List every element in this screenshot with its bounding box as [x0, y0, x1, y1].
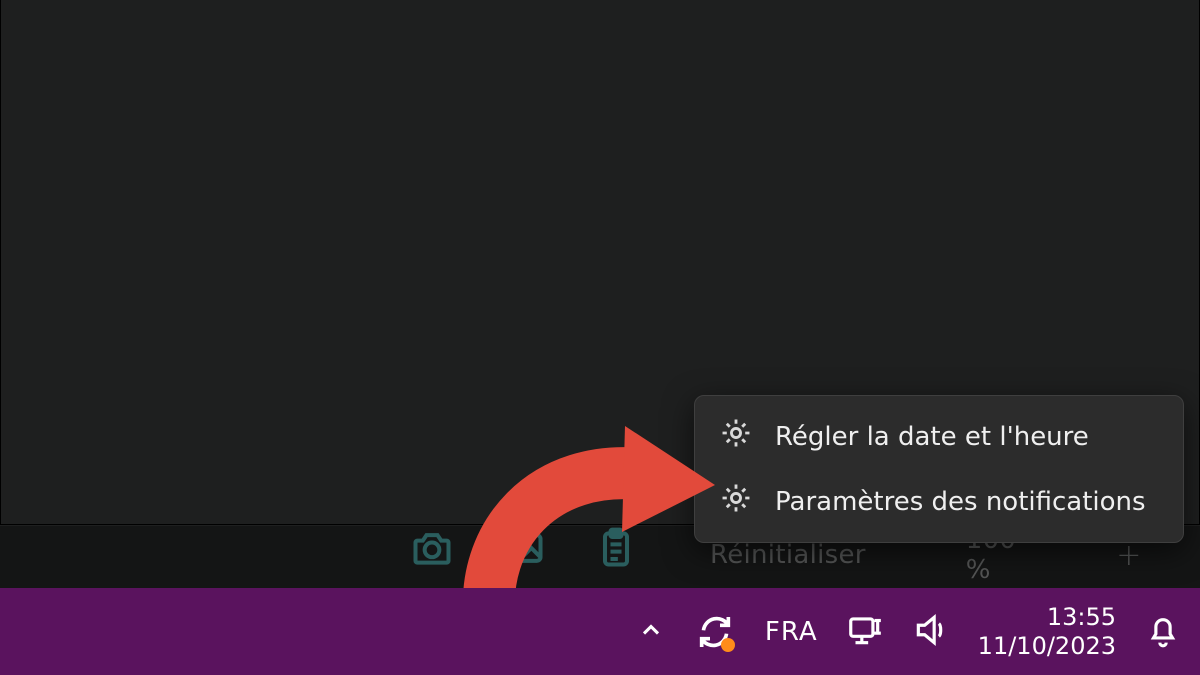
sync-status-icon[interactable]: [693, 610, 737, 654]
taskbar-datetime[interactable]: 13:55 11/10/2023: [978, 603, 1116, 661]
network-icon[interactable]: [846, 611, 884, 653]
sync-alert-dot-icon: [721, 638, 735, 652]
volume-icon[interactable]: [912, 611, 950, 653]
status-reset-label: Réinitialiser: [710, 540, 866, 570]
context-menu: Régler la date et l'heure Paramètres des…: [694, 395, 1184, 543]
menu-item-label: Paramètres des notifications: [775, 487, 1146, 517]
menu-item-label: Régler la date et l'heure: [775, 422, 1089, 452]
system-tray: FRA 13:55 11/10/2023: [637, 603, 1182, 661]
taskbar-date: 11/10/2023: [978, 632, 1116, 661]
image-icon[interactable]: [502, 526, 546, 574]
clipboard-icon[interactable]: [594, 526, 638, 574]
taskbar-time: 13:55: [978, 603, 1116, 632]
notifications-bell-icon[interactable]: [1144, 611, 1182, 653]
camera-icon[interactable]: [410, 526, 454, 574]
menu-item-adjust-datetime[interactable]: Régler la date et l'heure: [701, 404, 1177, 469]
gear-icon: [719, 481, 753, 522]
menu-item-notification-settings[interactable]: Paramètres des notifications: [701, 469, 1177, 534]
app-toolbar: [410, 526, 638, 574]
taskbar: FRA 13:55 11/10/2023: [0, 588, 1200, 675]
gear-icon: [719, 416, 753, 457]
input-language-indicator[interactable]: FRA: [765, 617, 818, 647]
tray-overflow-chevron-icon[interactable]: [637, 616, 665, 648]
